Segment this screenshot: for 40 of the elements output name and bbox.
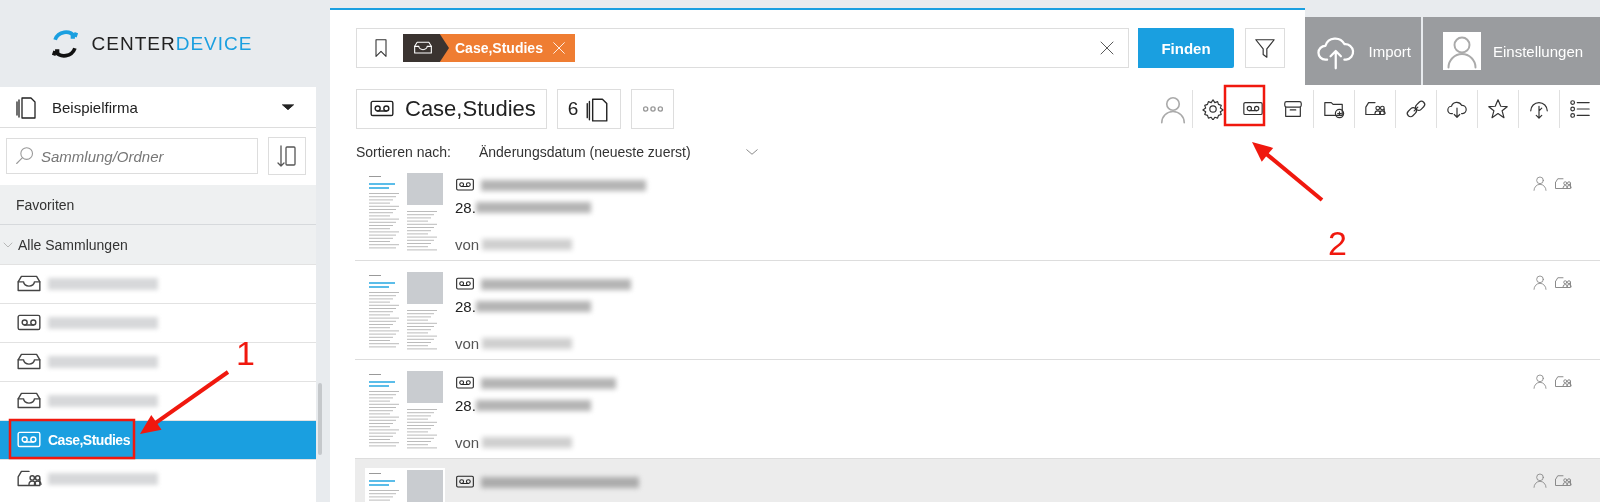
more-icon bbox=[642, 106, 663, 112]
clear-icon[interactable] bbox=[1098, 39, 1116, 57]
count-text: 6 bbox=[567, 98, 579, 120]
all-collections-section[interactable]: Alle Sammlungen bbox=[0, 225, 316, 264]
highlight-frame bbox=[1223, 84, 1266, 127]
user-icon bbox=[1532, 175, 1548, 191]
annotation-arrow bbox=[1252, 142, 1324, 202]
logo-text: CENTERDEVICE bbox=[91, 32, 253, 55]
collection-search-field[interactable]: Sammlung/Ordner bbox=[6, 138, 258, 174]
document-date: 28. bbox=[455, 396, 476, 414]
author-label: von bbox=[455, 236, 480, 253]
link-icon bbox=[1405, 98, 1427, 120]
user-icon bbox=[1532, 274, 1548, 290]
author-label: von bbox=[455, 335, 480, 352]
user-icon bbox=[1532, 373, 1548, 389]
sort-label: Sortieren nach: bbox=[356, 144, 451, 160]
search-icon bbox=[15, 146, 35, 166]
step-number: 1 bbox=[236, 334, 255, 373]
user-icon bbox=[1158, 94, 1188, 124]
document-date: 28. bbox=[455, 198, 476, 216]
list-icon bbox=[1569, 98, 1591, 120]
sort-dropdown[interactable]: Änderungsdatum (neueste zuerst) bbox=[478, 143, 761, 161]
author-label: von bbox=[455, 434, 480, 451]
filter-button[interactable] bbox=[1245, 28, 1285, 68]
sort-button[interactable] bbox=[268, 137, 306, 175]
step-number: 2 bbox=[1328, 224, 1347, 263]
documents-icon bbox=[14, 95, 38, 119]
collection-name: Case,Studies bbox=[405, 96, 536, 122]
user-icon bbox=[1532, 472, 1548, 488]
workspace-selector[interactable]: Beispielfirma bbox=[0, 87, 316, 128]
settings-icon bbox=[1202, 98, 1224, 120]
favorites-section[interactable]: Favoriten bbox=[0, 185, 316, 225]
document-date: 28. bbox=[455, 297, 476, 315]
close-icon[interactable] bbox=[550, 40, 567, 56]
sort-icon bbox=[275, 144, 299, 168]
scrollbar[interactable] bbox=[318, 383, 322, 455]
star-icon bbox=[1487, 98, 1509, 120]
archive-box-icon bbox=[1282, 98, 1304, 120]
filter-icon bbox=[1254, 37, 1276, 59]
avatar-icon bbox=[1443, 32, 1481, 70]
